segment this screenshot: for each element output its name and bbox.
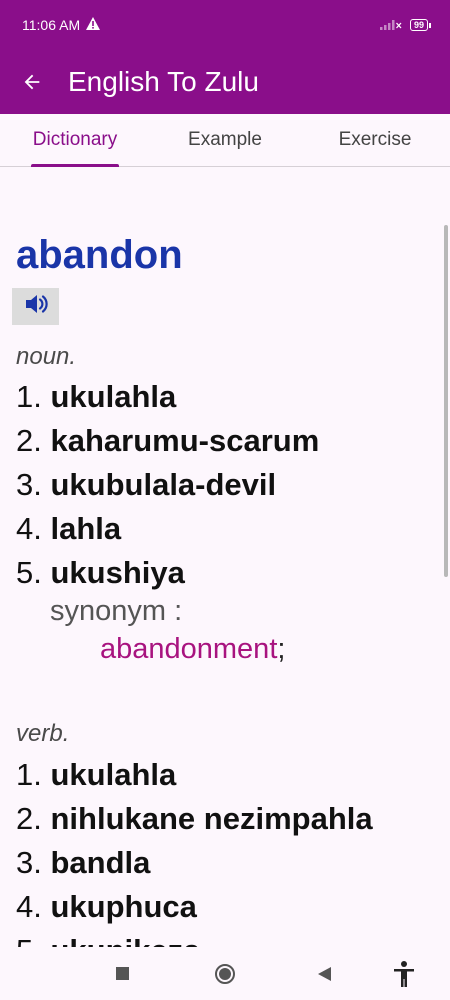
def-number: 1. [16,379,42,414]
app-bar: English To Zulu [0,50,450,114]
def-number: 2. [16,801,42,836]
list-item: 2. nihlukane nezimpahla [16,801,373,837]
def-text: ukushiya [50,555,185,590]
def-number: 4. [16,889,42,924]
def-number: 5. [16,933,42,947]
status-right: 99 [379,17,432,33]
warning-icon [86,17,101,33]
list-item: 3. bandla [16,845,150,881]
def-number: 5. [16,555,42,590]
tab-exercise[interactable]: Exercise [300,114,450,166]
circle-icon[interactable] [213,962,237,986]
def-text: nihlukane nezimpahla [50,801,373,836]
def-number: 2. [16,423,42,458]
square-icon[interactable] [113,964,133,984]
tab-bar: Dictionary Example Exercise [0,114,450,167]
status-time: 11:06 AM [22,17,81,33]
synonym-label: synonym : [50,595,183,627]
status-bar: 11:06 AM 99 [0,0,450,50]
def-text: lahla [50,511,122,546]
def-text: ukubulala-devil [50,467,277,502]
list-item: 1. ukulahla [16,757,176,793]
synonym-link[interactable]: abandonment [100,633,277,665]
list-item: 2. kaharumu-scarum [16,423,319,459]
tab-dictionary[interactable]: Dictionary [0,114,150,167]
list-item: 4. ukuphuca [16,889,197,925]
def-text: ukunikeza [50,933,200,947]
def-text: ukulahla [50,379,177,414]
def-text: kaharumu-scarum [50,423,320,458]
synonym-separator: ; [277,633,286,665]
signal-icon [379,17,402,33]
def-number: 1. [16,757,42,792]
def-text: bandla [50,845,151,880]
tab-example[interactable]: Example [150,114,300,166]
arrow-left-icon[interactable] [0,71,64,93]
def-number: 4. [16,511,42,546]
list-item: 4. lahla [16,511,121,547]
pos-verb: verb. [16,720,70,747]
list-item: 1. ukulahla [16,379,176,415]
dictionary-content[interactable]: abandon noun. 1. ukulahla 2. kaharumu-sc… [0,167,450,947]
scrollbar[interactable] [444,225,448,577]
system-nav-bar [0,947,450,1000]
list-item: 5. ukushiya [16,555,185,591]
def-text: ukulahla [50,757,177,792]
speaker-icon [24,293,48,320]
def-text: ukuphuca [50,889,197,924]
pronounce-button[interactable] [12,288,59,325]
battery-icon: 99 [409,19,432,31]
def-number: 3. [16,845,42,880]
accessibility-icon[interactable] [391,960,417,988]
list-item: 5. ukunikeza [16,933,200,947]
page-title: English To Zulu [68,66,259,97]
pos-noun: noun. [16,343,77,370]
synonym-row: abandonment; [100,633,285,666]
status-left: 11:06 AM [22,17,101,33]
def-number: 3. [16,467,42,502]
headword: abandon [16,233,183,277]
list-item: 3. ukubulala-devil [16,467,276,503]
triangle-back-icon[interactable] [314,964,334,984]
